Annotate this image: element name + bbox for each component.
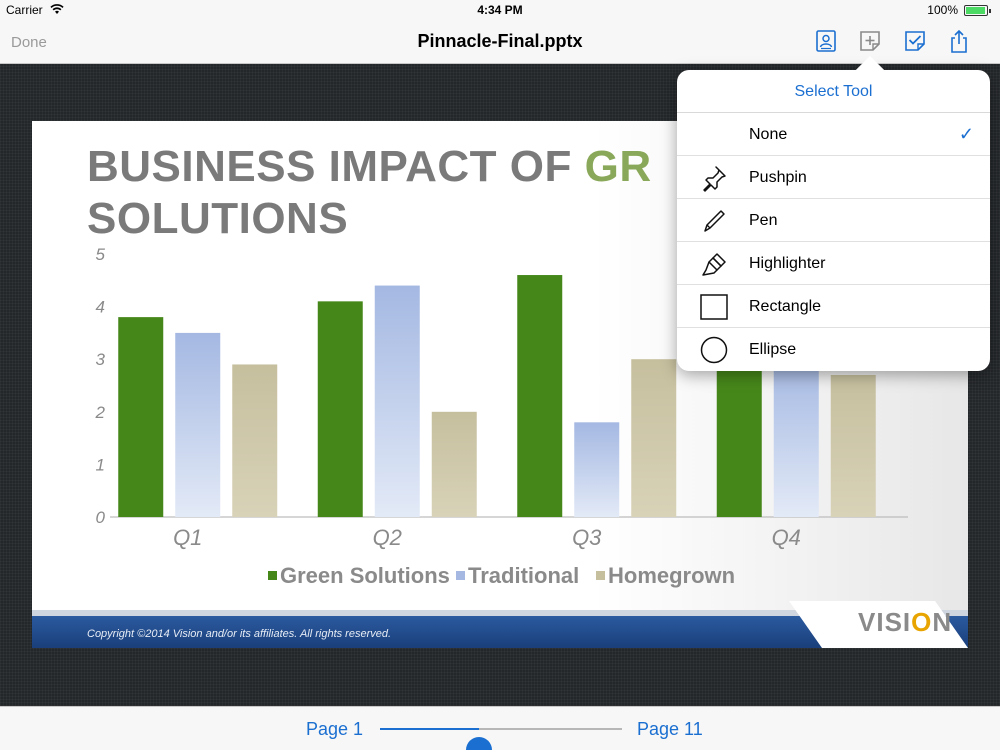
bar-traditional	[374, 285, 420, 517]
first-page-label[interactable]: Page 1	[306, 719, 363, 740]
y-tick-label: 4	[96, 298, 105, 317]
page-slider-track[interactable]	[380, 728, 622, 750]
add-annotation-icon[interactable]	[857, 28, 883, 54]
tool-option-pen[interactable]: Pen	[677, 199, 990, 242]
logo-text-c: N	[932, 607, 953, 637]
rectangle-icon	[700, 294, 728, 320]
popover-title: Select Tool	[677, 70, 990, 113]
tool-option-highlighter[interactable]: Highlighter	[677, 242, 990, 285]
last-page-label[interactable]: Page 11	[637, 719, 703, 740]
tool-option-label: Ellipse	[749, 341, 797, 358]
y-tick-label: 3	[96, 350, 106, 369]
legend-swatch	[456, 571, 465, 580]
legend-label: Traditional	[468, 563, 579, 588]
pen-icon	[704, 210, 725, 232]
tool-option-label: Pushpin	[749, 169, 807, 186]
bar-green-solutions	[716, 359, 762, 517]
logo-text-b: O	[911, 607, 933, 637]
page-slider-fill	[380, 728, 480, 730]
x-tick-label: Q3	[572, 525, 602, 550]
bar-homegrown	[830, 374, 876, 517]
logo-text-a: VISI	[858, 607, 912, 637]
tool-option-ellipse[interactable]: Ellipse	[677, 328, 990, 371]
tool-option-none[interactable]: None ✓	[677, 113, 990, 156]
legend-swatch	[596, 571, 605, 580]
tool-option-pushpin[interactable]: Pushpin	[677, 156, 990, 199]
vision-logo: VISION	[858, 607, 952, 638]
bar-homegrown	[631, 359, 677, 517]
copyright-text: Copyright ©2014 Vision and/or its affili…	[87, 628, 392, 640]
legend-label: Green Solutions	[280, 563, 450, 588]
y-tick-label: 5	[96, 245, 106, 264]
legend-swatch	[268, 571, 277, 580]
x-tick-label: Q2	[373, 525, 402, 550]
bar-homegrown	[232, 364, 278, 517]
y-tick-label: 1	[96, 455, 105, 474]
status-bar: Carrier 4:34 PM 100%	[0, 0, 1000, 20]
bar-traditional	[175, 332, 221, 517]
bar-green-solutions	[517, 275, 563, 517]
bar-green-solutions	[317, 301, 363, 517]
ellipse-icon	[700, 336, 728, 364]
tool-option-label: Highlighter	[749, 255, 826, 272]
checkbox-icon[interactable]	[902, 28, 928, 54]
navigation-bar: Done Pinnacle-Final.pptx	[0, 20, 1000, 64]
legend-label: Homegrown	[608, 563, 735, 588]
x-tick-label: Q1	[173, 525, 202, 550]
bar-traditional	[773, 359, 819, 517]
battery-icon	[964, 5, 991, 16]
document-title: Pinnacle-Final.pptx	[417, 31, 583, 51]
clock-time: 4:34 PM	[477, 3, 523, 17]
tool-option-label: None	[749, 126, 788, 143]
y-tick-label: 2	[95, 403, 106, 422]
bar-traditional	[574, 422, 620, 517]
page-slider-thumb[interactable]	[466, 737, 493, 750]
battery-percent: 100%	[927, 3, 958, 17]
x-tick-label: Q4	[772, 525, 801, 550]
select-tool-popover: Select Tool None ✓ Pushpin Pen Highlighter Re…	[677, 55, 990, 371]
tool-option-label: Rectangle	[749, 298, 822, 315]
bar-homegrown	[431, 411, 477, 517]
tool-option-label: Pen	[749, 212, 778, 229]
contact-card-icon[interactable]	[813, 28, 839, 54]
tool-option-rectangle[interactable]: Rectangle	[677, 285, 990, 328]
highlighter-icon	[702, 253, 726, 276]
page-navigation-bar: Page 1 Page 11	[0, 706, 1000, 750]
y-tick-label: 0	[96, 508, 106, 527]
pushpin-icon	[703, 166, 726, 192]
tool-list: None ✓ Pushpin Pen Highlighter Rectangle Ellip…	[677, 113, 990, 371]
share-icon[interactable]	[946, 28, 972, 54]
bar-green-solutions	[118, 317, 164, 517]
checkmark-icon: ✓	[958, 124, 974, 144]
